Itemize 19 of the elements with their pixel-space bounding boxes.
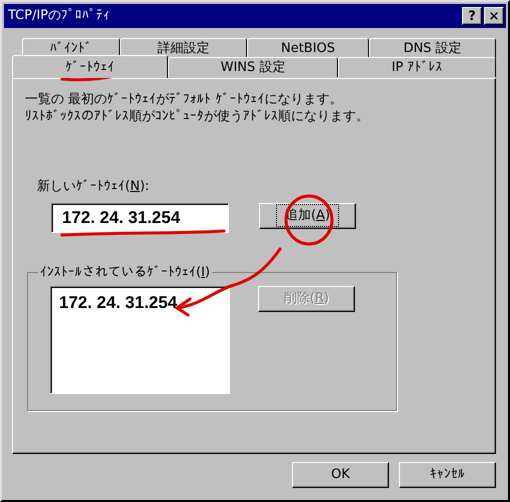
description-text: 一覧の 最初のｹﾞｰﾄｳｪｲがﾃﾞﾌｫﾙﾄ ｹﾞｰﾄｳｪｲになります。 xyxy=(25,91,344,108)
tab[interactable]: IP ｱﾄﾞﾚｽ xyxy=(338,57,496,77)
ok-button[interactable]: OK xyxy=(292,462,389,488)
tab[interactable]: 詳細設定 xyxy=(120,38,247,58)
circle-mark xyxy=(284,194,334,246)
window-title: TCP/IPのﾌﾟﾛﾊﾟﾃｨ xyxy=(8,7,110,26)
tab[interactable]: DNS 設定 xyxy=(369,38,496,58)
tab[interactable]: NetBIOS xyxy=(247,38,369,58)
list-item[interactable]: 172. 24. 31.254 xyxy=(59,293,221,313)
description-text: ﾘｽﾄﾎﾞｯｸｽのｱﾄﾞﾚｽ順がｺﾝﾋﾟｭｰﾀが使うｱﾄﾞﾚｽ順になります。 xyxy=(25,108,370,125)
help-button[interactable]: ? xyxy=(462,7,482,25)
close-button[interactable]: × xyxy=(484,7,504,25)
group-label: ｲﾝｽﾄｰﾙされているｹﾞｰﾄｳｪｲ(I) xyxy=(39,264,211,282)
cancel-button[interactable]: ｷｬﾝｾﾙ xyxy=(399,462,496,488)
tab[interactable]: ｹﾞｰﾄｳｪｲ xyxy=(12,55,168,78)
gateway-input-field[interactable]: 172. 24. 31.254 xyxy=(51,202,229,232)
tab[interactable]: WINS 設定 xyxy=(168,57,338,77)
field-label: 新しいｹﾞｰﾄｳｪｲ(N): xyxy=(37,178,150,196)
gateway-list[interactable]: 172. 24. 31.254 xyxy=(50,286,230,394)
